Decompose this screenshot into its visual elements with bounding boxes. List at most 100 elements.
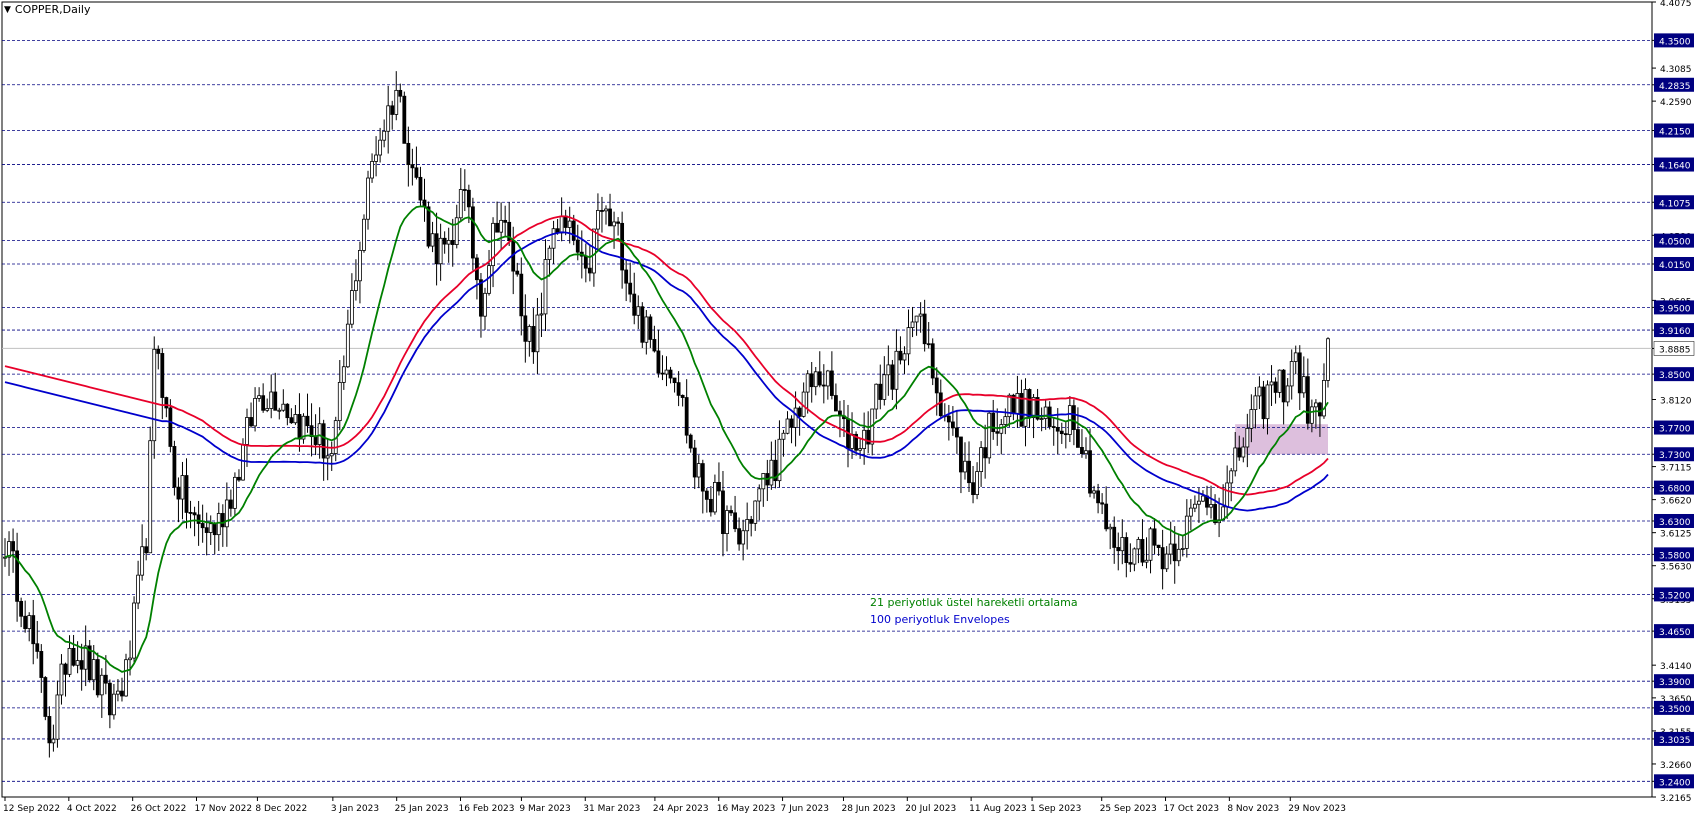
candle-body bbox=[1116, 547, 1121, 552]
candle-body bbox=[503, 219, 508, 223]
candle-body bbox=[640, 306, 645, 343]
candle-body bbox=[273, 391, 278, 411]
candle-body bbox=[366, 177, 370, 220]
candle-body bbox=[132, 602, 136, 659]
candle-body bbox=[281, 403, 286, 411]
plot-frame bbox=[1, 1, 1653, 798]
ema-annotation: 21 periyotluk üstel hareketli ortalama bbox=[870, 596, 1078, 609]
candle-body bbox=[325, 455, 330, 459]
candle-body bbox=[696, 463, 701, 478]
candle-body bbox=[112, 693, 116, 716]
price-chart[interactable]: 4.4075 4.3500 4.3085 4.2835 4.2590 4.2150 4.16… bbox=[0, 0, 1695, 820]
candle-body bbox=[1188, 507, 1193, 517]
candle-body bbox=[23, 615, 28, 629]
x-tick-label: 24 Apr 2023 bbox=[653, 804, 709, 814]
candle-body bbox=[1285, 385, 1290, 403]
candle-body bbox=[204, 527, 209, 533]
y-tick-label: 3.4140 bbox=[1660, 662, 1692, 672]
candle-body bbox=[1108, 526, 1113, 530]
candle-body bbox=[237, 476, 241, 481]
candle-body bbox=[107, 682, 112, 716]
candle-body bbox=[632, 293, 637, 316]
candle-body bbox=[208, 523, 213, 533]
candle-body bbox=[729, 510, 733, 514]
candle-body bbox=[75, 660, 80, 666]
candle-body bbox=[1144, 559, 1149, 563]
candle-body bbox=[120, 690, 124, 697]
candle-body bbox=[817, 371, 822, 386]
candle-body bbox=[692, 447, 697, 478]
candle-body bbox=[1281, 369, 1286, 403]
candle-body bbox=[265, 408, 270, 411]
candle-body bbox=[624, 269, 629, 284]
level-price-label: 4.2835 bbox=[1659, 82, 1691, 92]
candle-body bbox=[450, 240, 455, 245]
candle-body bbox=[495, 222, 499, 233]
candle-body bbox=[963, 460, 967, 473]
y-tick-label: 4.3085 bbox=[1660, 65, 1692, 75]
candle-body bbox=[519, 273, 524, 317]
level-price-label: 4.1640 bbox=[1659, 162, 1691, 172]
candle-body bbox=[959, 436, 963, 473]
candle-body bbox=[1293, 352, 1298, 362]
candle-body bbox=[220, 513, 225, 528]
candle-body bbox=[321, 423, 326, 459]
candle-body bbox=[91, 659, 96, 681]
level-price-label: 3.4650 bbox=[1659, 628, 1691, 638]
candle-body bbox=[1269, 381, 1274, 386]
x-tick-label: 17 Oct 2023 bbox=[1164, 804, 1220, 814]
candle-body bbox=[708, 498, 713, 513]
candle-body bbox=[620, 222, 625, 271]
candle-body bbox=[1277, 369, 1282, 393]
candle-body bbox=[882, 374, 887, 400]
candle-body bbox=[1201, 495, 1205, 502]
candle-body bbox=[228, 499, 233, 509]
candle-body bbox=[184, 475, 189, 513]
candle-body bbox=[535, 314, 540, 353]
y-tick-label: 3.5630 bbox=[1660, 563, 1692, 573]
candle-body bbox=[1152, 528, 1157, 546]
y-tick-label: 3.2165 bbox=[1660, 794, 1692, 804]
candle-body bbox=[245, 417, 249, 445]
candle-body bbox=[398, 89, 403, 97]
candle-body bbox=[1156, 544, 1161, 548]
level-price-label: 3.6300 bbox=[1659, 518, 1691, 528]
candle-body bbox=[253, 397, 257, 427]
candle-body bbox=[551, 228, 556, 249]
chart-window[interactable]: 4.4075 4.3500 4.3085 4.2835 4.2590 4.2150 4.16… bbox=[0, 0, 1695, 820]
level-price-label: 3.5200 bbox=[1659, 591, 1691, 601]
candle-body bbox=[1120, 537, 1125, 552]
level-price-label: 3.8500 bbox=[1659, 371, 1691, 381]
candle-body bbox=[547, 247, 552, 260]
candle-body bbox=[349, 290, 354, 325]
candle-body bbox=[995, 431, 1000, 434]
candle-body bbox=[11, 541, 15, 552]
candle-body bbox=[717, 481, 721, 492]
candle-body bbox=[99, 674, 104, 696]
candle-body bbox=[462, 189, 467, 191]
candle-body bbox=[1326, 338, 1330, 381]
candle-body bbox=[656, 350, 661, 374]
candle-body bbox=[745, 519, 750, 532]
candle-body bbox=[1305, 376, 1310, 424]
level-price-label: 3.2400 bbox=[1659, 778, 1691, 788]
candle-body bbox=[797, 407, 802, 417]
candle-body bbox=[1168, 543, 1173, 555]
candle-body bbox=[733, 512, 737, 530]
level-price-label: 4.0500 bbox=[1659, 238, 1691, 248]
level-price-label: 3.3500 bbox=[1659, 705, 1691, 715]
dropdown-triangle-icon[interactable]: ▼ bbox=[4, 5, 11, 15]
candle-body bbox=[67, 647, 72, 675]
candle-body bbox=[567, 220, 572, 228]
candle-body bbox=[644, 316, 649, 343]
candle-body bbox=[608, 208, 612, 227]
level-price-label: 3.5800 bbox=[1659, 551, 1691, 561]
candle-body bbox=[1209, 504, 1213, 508]
candle-body bbox=[1301, 376, 1306, 394]
candle-body bbox=[394, 89, 399, 115]
x-tick-label: 16 May 2023 bbox=[717, 804, 776, 814]
candle-body bbox=[930, 343, 935, 379]
candle-body bbox=[1128, 562, 1133, 565]
candle-body bbox=[386, 105, 391, 132]
candle-body bbox=[257, 395, 262, 399]
